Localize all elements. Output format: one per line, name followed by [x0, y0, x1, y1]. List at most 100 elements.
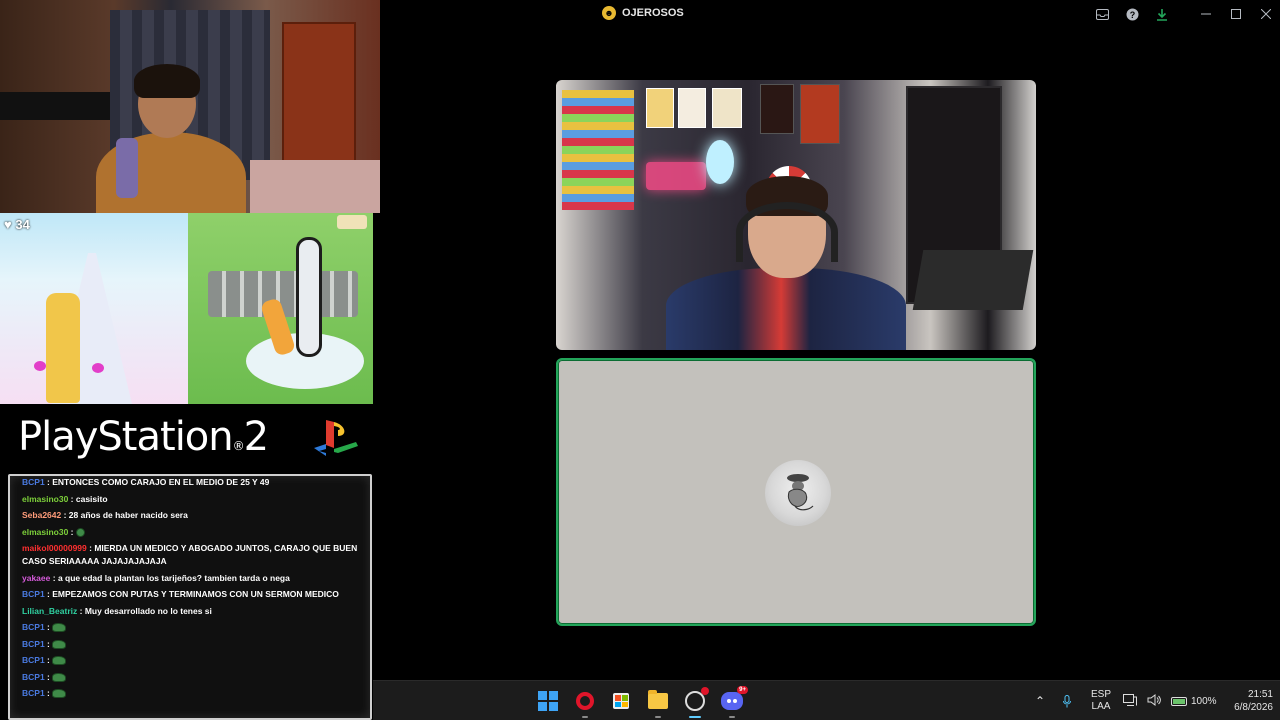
door — [282, 22, 356, 162]
chat-username[interactable]: elmasino30 — [22, 494, 68, 504]
bed — [250, 160, 380, 213]
chat-message: yakaee : a que edad la plantan los tarij… — [22, 572, 360, 585]
system-tray: 100% — [1123, 681, 1217, 720]
windows-start-icon[interactable] — [536, 689, 560, 713]
chat-separator: : — [44, 638, 53, 649]
chat-text: Muy desarrollado no lo tenes si — [84, 605, 212, 616]
lamp — [706, 140, 734, 184]
obs-icon[interactable] — [683, 687, 709, 718]
shelf — [0, 92, 110, 120]
language-code: ESP — [1091, 689, 1112, 700]
chat-username[interactable]: yakaee — [22, 573, 50, 583]
clock-date: 6/8/2026 — [1234, 702, 1273, 713]
poster — [800, 84, 840, 144]
poster — [760, 84, 794, 134]
network-icon[interactable] — [1123, 693, 1137, 709]
chat-message: Lilian_Beatriz : Muy desarrollado no lo … — [22, 605, 360, 618]
desk — [912, 250, 1034, 310]
ps2-logo-number: 2 — [243, 414, 269, 460]
frog-emote — [52, 656, 67, 666]
clock[interactable]: 21:51 6/8/2026 — [1225, 681, 1273, 720]
chat-text: ENTONCES COMO CARAJO EN EL MEDIO DE 25 Y… — [52, 477, 270, 487]
robot-figure — [296, 237, 322, 357]
chat-message: BCP1 : — [22, 621, 360, 634]
chat-username[interactable]: BCP1 — [22, 688, 45, 698]
chat-separator: : — [50, 572, 58, 583]
chat-separator: : — [44, 622, 53, 632]
chat-text: EMPEZAMOS CON PUTAS Y TERMINAMOS CON UN … — [52, 589, 339, 599]
avatar — [765, 460, 831, 526]
headset-icon — [736, 202, 838, 262]
chat-text: casisito — [75, 493, 108, 504]
clock-time: 21:51 — [1247, 689, 1273, 700]
store-icon[interactable] — [609, 689, 633, 713]
inbox-icon[interactable] — [1094, 6, 1110, 22]
chat-message: BCP1 : EMPEZAMOS CON PUTAS Y TERMINAMOS … — [22, 588, 360, 601]
playstation-icon — [314, 420, 358, 456]
frog-emote — [52, 639, 67, 649]
chat-message: Seba2642 : 28 años de haber nacido sera — [22, 509, 360, 522]
gem-icon — [34, 361, 46, 371]
game-score: ♥ 34 — [4, 217, 30, 232]
battery-percent: 100% — [1191, 695, 1217, 707]
screen: ♥ 34 PlayStation®2 BCP1 : ENTONCES COMO … — [0, 0, 1280, 720]
rat-icon — [787, 474, 814, 511]
volume-icon[interactable] — [1147, 693, 1161, 709]
chat-separator: : — [44, 655, 53, 665]
chat-username[interactable]: Lilian_Beatriz — [22, 606, 77, 616]
download-icon[interactable] — [1154, 6, 1170, 22]
discord-icon[interactable]: 9+ — [720, 686, 748, 718]
chat-username[interactable]: BCP1 — [22, 589, 45, 599]
participant — [666, 176, 906, 350]
maximize-icon[interactable] — [1228, 6, 1244, 22]
chat-messages: BCP1 : ENTONCES COMO CARAJO EN EL MEDIO … — [22, 476, 360, 700]
chat-username[interactable]: BCP1 — [22, 639, 45, 649]
participant-video-tile[interactable] — [556, 80, 1036, 350]
chat-message: elmasino30 : — [22, 526, 360, 539]
battery-indicator[interactable]: 100% — [1171, 696, 1217, 707]
frog-emote — [52, 689, 67, 699]
chat-separator: : — [68, 493, 76, 504]
minimize-icon[interactable] — [1198, 6, 1214, 22]
battery-icon — [1171, 696, 1187, 706]
chat-username[interactable]: BCP1 — [22, 622, 45, 632]
taskbar: 9+ ⌃ ESP LAA 100% 21:51 6/8/2026 — [373, 680, 1280, 720]
chat-message: BCP1 : ENTONCES COMO CARAJO EN EL MEDIO … — [22, 476, 360, 489]
microphone-icon — [116, 138, 138, 198]
recording-indicator — [701, 687, 709, 695]
streamer — [96, 64, 246, 213]
poster — [646, 88, 674, 128]
chat-message: BCP1 : — [22, 671, 360, 684]
opera-icon[interactable] — [573, 689, 597, 718]
chevron-up-icon[interactable]: ⌃ — [1035, 681, 1045, 720]
close-icon[interactable] — [1258, 6, 1274, 22]
microphone-icon[interactable] — [1063, 681, 1071, 720]
chat-separator: : — [44, 688, 53, 698]
score-value: 34 — [15, 217, 30, 232]
chat-separator: : — [77, 605, 85, 616]
chat-username[interactable]: BCP1 — [22, 672, 45, 682]
chat-username[interactable]: elmasino30 — [22, 527, 68, 537]
file-explorer-icon[interactable] — [646, 689, 670, 718]
chat-message: BCP1 : — [22, 687, 360, 700]
chat-username[interactable]: BCP1 — [22, 655, 45, 665]
chat-username[interactable]: maikol00000999 — [22, 543, 87, 553]
help-icon[interactable]: ? — [1124, 6, 1140, 22]
stream-chat: BCP1 : ENTONCES COMO CARAJO EN EL MEDIO … — [8, 474, 372, 720]
chat-separator: : — [44, 671, 53, 682]
poster — [712, 88, 742, 128]
language-indicator[interactable]: ESP LAA — [1091, 681, 1111, 720]
discord-window: ☻ OJEROSOS ? — [380, 0, 1280, 680]
poster — [678, 88, 706, 128]
chat-message: BCP1 : — [22, 654, 360, 667]
chat-username[interactable]: Seba2642 — [22, 510, 61, 520]
window-title-text: OJEROSOS — [622, 7, 684, 19]
participant-avatar-tile[interactable] — [556, 358, 1036, 626]
chat-username[interactable]: BCP1 — [22, 477, 45, 487]
title-bar: ☻ OJEROSOS ? — [380, 0, 1280, 28]
gem-icon — [92, 363, 104, 373]
server-icon: ☻ — [602, 6, 616, 20]
chat-text: a que edad la plantan los tarijeños? tam… — [57, 572, 290, 583]
runner-game: ♥ 34 — [0, 213, 188, 404]
game-badge — [337, 215, 367, 229]
